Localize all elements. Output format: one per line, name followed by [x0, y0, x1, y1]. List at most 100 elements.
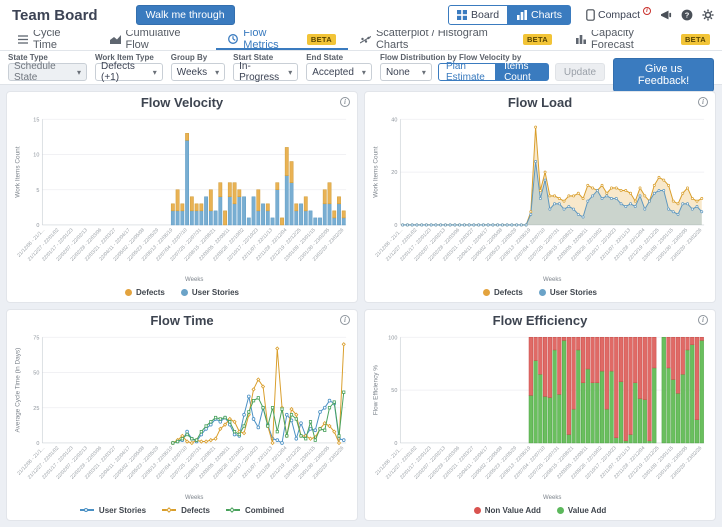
svg-text:25: 25: [33, 406, 39, 412]
flow-load-panel: Flow Load i 0204021/12/06 - 21/1...21/12…: [364, 91, 716, 303]
legend-item[interactable]: Combined: [226, 506, 284, 515]
legend-item[interactable]: User Stories: [181, 288, 239, 297]
flow-efficiency-panel: Flow Efficiency i 05010021/12/06 - 21/1.…: [364, 309, 716, 521]
beta-badge: BETA: [523, 34, 552, 45]
page-title: Team Board: [12, 7, 98, 24]
flow-time-chart[interactable]: 025507521/12/06 - 21/1...21/12/27 - 22/0…: [13, 330, 351, 502]
svg-text:0: 0: [36, 441, 39, 447]
flow-distribution-select[interactable]: None: [380, 63, 432, 81]
chart-tabs: Cycle Time Cumulative Flow Flow Metrics …: [0, 30, 722, 51]
work-item-type-select[interactable]: Defects (+1): [95, 63, 163, 81]
legend-marker: [474, 507, 481, 514]
legend-label: Value Add: [568, 506, 606, 515]
flow-velocity-panel: Flow Velocity i 05101521/12/06 - 21/1...…: [6, 91, 358, 303]
info-icon[interactable]: i: [698, 315, 708, 325]
legend-label: Defects: [494, 288, 523, 297]
filter-bar: State Type Schedule State Work Item Type…: [0, 51, 722, 85]
start-state-select[interactable]: In-Progress: [233, 63, 298, 81]
cumulative-flow-icon: [110, 35, 121, 44]
legend-label: User Stories: [550, 288, 597, 297]
svg-text:0: 0: [394, 441, 397, 447]
beta-badge: BETA: [681, 34, 710, 45]
tab-capacity-forecast[interactable]: Capacity Forecast BETA: [564, 30, 722, 50]
info-icon[interactable]: i: [340, 97, 350, 107]
svg-text:50: 50: [391, 388, 397, 394]
announcements-icon[interactable]: [660, 10, 672, 21]
flow-velocity-chart[interactable]: 05101521/12/06 - 21/1...21/12/27 - 22/01…: [13, 112, 351, 284]
svg-text:20: 20: [391, 170, 397, 176]
charts-view-button[interactable]: Charts: [508, 5, 571, 25]
legend-item[interactable]: Defects: [125, 288, 165, 297]
svg-text:Weeks: Weeks: [543, 276, 561, 283]
plan-estimate-button[interactable]: Plan Estimate: [438, 63, 496, 81]
svg-text:10: 10: [33, 152, 39, 158]
legend-marker: [226, 509, 240, 511]
legend-marker: [181, 289, 188, 296]
svg-text:Weeks: Weeks: [543, 494, 561, 501]
flow-load-legend: Defects User Stories: [371, 284, 709, 300]
charts-bars-icon: [517, 10, 527, 20]
info-icon[interactable]: i: [698, 97, 708, 107]
legend-item[interactable]: Value Add: [557, 506, 606, 515]
feedback-button[interactable]: Give us Feedback!: [613, 58, 714, 92]
help-icon[interactable]: ?: [681, 9, 693, 21]
flow-distribution-label: Flow Distribution by Flow Velocity by: [380, 53, 605, 62]
legend-marker: [80, 509, 94, 511]
legend-item[interactable]: Defects: [162, 506, 210, 515]
svg-text:Work Items Count: Work Items Count: [14, 146, 21, 197]
tab-cycle-time[interactable]: Cycle Time: [6, 30, 98, 50]
legend-item[interactable]: Non Value Add: [474, 506, 541, 515]
svg-text:50: 50: [33, 370, 39, 376]
svg-text:?: ?: [685, 11, 690, 20]
svg-text:Weeks: Weeks: [185, 276, 203, 283]
compact-info-icon[interactable]: i: [643, 7, 651, 15]
info-icon[interactable]: i: [340, 315, 350, 325]
flow-time-title: Flow Time: [13, 313, 351, 330]
legend-item[interactable]: User Stories: [539, 288, 597, 297]
tab-cumulative-flow[interactable]: Cumulative Flow: [98, 30, 217, 50]
tab-scatterplot-histogram[interactable]: Scatterplot / Histogram Charts BETA: [348, 30, 564, 50]
legend-item[interactable]: Defects: [483, 288, 523, 297]
end-state-select[interactable]: Accepted: [306, 63, 372, 81]
svg-text:Average Cycle Time (in Days): Average Cycle Time (in Days): [14, 348, 21, 433]
group-by-label: Group By: [171, 53, 225, 62]
state-type-select[interactable]: Schedule State: [8, 63, 87, 81]
cycle-time-icon: [18, 35, 28, 44]
view-toggle: Board Charts: [448, 5, 571, 25]
flow-metrics-icon: [228, 34, 238, 44]
walk-me-through-button[interactable]: Walk me through: [136, 5, 235, 25]
compact-toggle[interactable]: Compact i: [586, 9, 651, 21]
legend-label: Non Value Add: [485, 506, 541, 515]
flow-load-chart[interactable]: 0204021/12/06 - 21/1...21/12/27 - 22/01/…: [371, 112, 709, 284]
svg-text:40: 40: [391, 117, 397, 123]
beta-badge: BETA: [307, 34, 336, 45]
board-view-button[interactable]: Board: [448, 5, 508, 25]
group-by-select[interactable]: Weeks: [171, 63, 225, 81]
legend-marker: [539, 289, 546, 296]
flow-velocity-title: Flow Velocity: [13, 95, 351, 112]
items-count-button[interactable]: Items Count: [496, 63, 549, 81]
svg-text:Work Items Count: Work Items Count: [372, 146, 379, 197]
flow-load-title: Flow Load: [371, 95, 709, 112]
legend-marker: [483, 289, 490, 296]
legend-marker: [557, 507, 564, 514]
svg-text:Weeks: Weeks: [185, 494, 203, 501]
svg-text:Flow Efficiency %: Flow Efficiency %: [372, 365, 379, 416]
app-header: Team Board Walk me through Board Charts …: [0, 0, 722, 30]
capacity-forecast-icon: [576, 34, 586, 44]
flow-efficiency-chart[interactable]: 05010021/12/06 - 21/1...21/12/27 - 22/01…: [371, 330, 709, 502]
flow-time-panel: Flow Time i 025507521/12/06 - 21/1...21/…: [6, 309, 358, 521]
velocity-by-toggle: Plan Estimate Items Count: [438, 63, 549, 81]
flow-time-legend: User Stories Defects Combined: [13, 502, 351, 518]
end-state-label: End State: [306, 53, 372, 62]
legend-label: Defects: [136, 288, 165, 297]
svg-text:15: 15: [33, 117, 39, 123]
update-button[interactable]: Update: [555, 63, 605, 81]
legend-marker: [125, 289, 132, 296]
legend-marker: [162, 509, 176, 511]
legend-item[interactable]: User Stories: [80, 506, 146, 515]
compact-device-icon: [586, 9, 595, 21]
tab-flow-metrics[interactable]: Flow Metrics BETA: [216, 30, 348, 50]
legend-label: Defects: [181, 506, 210, 515]
settings-gear-icon[interactable]: [702, 9, 714, 21]
